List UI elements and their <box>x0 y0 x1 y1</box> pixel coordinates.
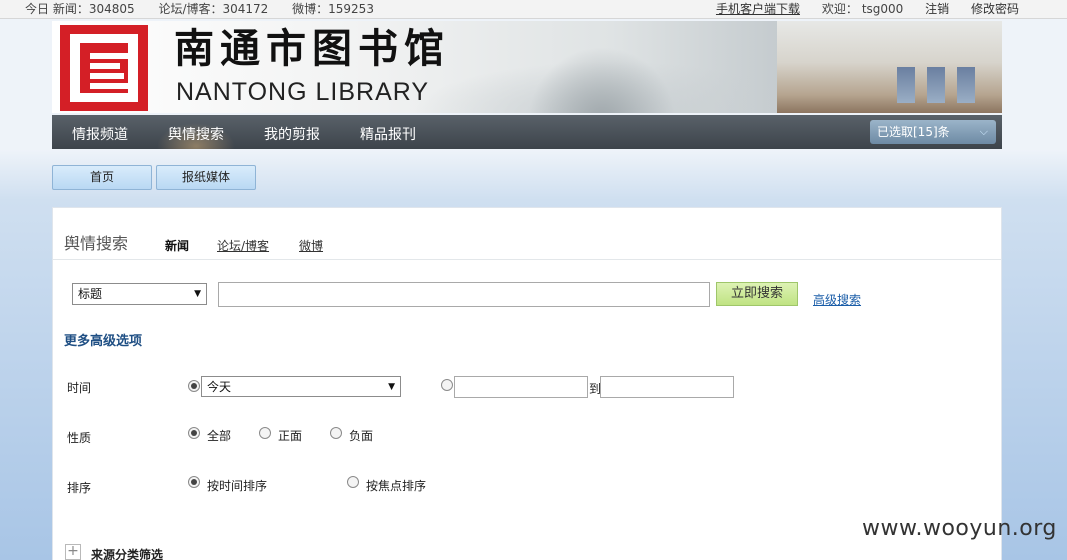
time-preset-value: 今天 <box>207 380 232 394</box>
nav-label: 精品报刊 <box>360 127 416 143</box>
header-banner: 南通市图书馆 NANTONG LIBRARY <box>52 21 1002 113</box>
home-button[interactable]: 首页 <box>52 165 152 190</box>
newspaper-media-button[interactable]: 报纸媒体 <box>156 165 256 190</box>
time-preset-select[interactable]: 今天 ▼ <box>201 376 401 397</box>
nav-item-opinion-search[interactable]: 舆情搜索 <box>154 115 238 149</box>
nature-all-radio[interactable] <box>188 427 200 439</box>
username: tsg000 <box>861 2 904 16</box>
nav-item-my-clippings[interactable]: 我的剪报 <box>264 115 320 149</box>
user-links: 手机客户端下载 欢迎： tsg000 注销 修改密码 <box>698 0 1019 18</box>
logout-link[interactable]: 注销 <box>925 2 949 16</box>
search-field-value: 标题 <box>78 287 103 301</box>
time-range-radio[interactable] <box>441 379 453 391</box>
shelf <box>957 67 975 103</box>
dropdown-arrow-icon: ▼ <box>388 382 395 392</box>
tab-weibo[interactable]: 微博 <box>299 237 323 254</box>
nature-all-label: 全部 <box>207 429 232 443</box>
watermark-text: www.wooyun.org <box>862 516 1057 541</box>
search-panel: 舆情搜索 新闻 论坛/博客 微博 标题 ▼ 立即搜索 高级搜索 更多高级选项 时… <box>52 207 1002 560</box>
nature-positive-label: 正面 <box>278 429 303 443</box>
time-preset-radio[interactable] <box>188 380 200 392</box>
weibo-count: 微博：159253 <box>292 2 374 16</box>
chevron-down-icon: ⌵ <box>979 125 988 138</box>
advanced-search-link[interactable]: 高级搜索 <box>813 291 861 308</box>
more-advanced-options[interactable]: 更多高级选项 <box>64 330 142 349</box>
top-status-bar: 今日 新闻：304805 论坛/博客：304172 微博：159253 手机客户… <box>0 0 1067 19</box>
time-label: 时间 <box>67 381 92 395</box>
expand-plus-icon[interactable]: + <box>65 544 81 560</box>
panel-title: 舆情搜索 <box>64 234 129 253</box>
nature-negative-label: 负面 <box>349 429 374 443</box>
keyword-input[interactable] <box>218 282 710 307</box>
library-interior-image <box>777 21 1002 113</box>
divider <box>53 259 1001 260</box>
nature-positive-radio[interactable] <box>259 427 271 439</box>
search-now-button[interactable]: 立即搜索 <box>716 282 798 306</box>
welcome-text: 欢迎： tsg000 <box>822 2 904 16</box>
nav-item-premium-papers[interactable]: 精品报刊 <box>360 115 416 149</box>
tab-news[interactable]: 新闻 <box>165 237 189 254</box>
sort-by-time-radio[interactable] <box>188 476 200 488</box>
sort-by-time-label: 按时间排序 <box>207 479 268 493</box>
today-news-count: 今日 新闻：304805 <box>25 2 135 16</box>
library-name-cn: 南通市图书馆 <box>174 25 450 72</box>
date-from-input[interactable] <box>454 376 588 398</box>
sort-by-focus-radio[interactable] <box>347 476 359 488</box>
forum-blog-count: 论坛/博客：304172 <box>158 2 269 16</box>
change-password-link[interactable]: 修改密码 <box>971 2 1019 16</box>
library-logo-icon <box>60 25 148 111</box>
shelf <box>927 67 945 103</box>
selected-count-label: 已选取[15]条 <box>877 125 950 139</box>
main-nav: 情报频道 舆情搜索 我的剪报 精品报刊 已选取[15]条 ⌵ <box>52 115 1002 149</box>
source-category-filter[interactable]: 来源分类筛选 <box>91 546 163 560</box>
date-to-input[interactable] <box>600 376 734 398</box>
mobile-download-link[interactable]: 手机客户端下载 <box>716 2 800 16</box>
nav-label: 我的剪报 <box>264 127 320 143</box>
nature-negative-radio[interactable] <box>330 427 342 439</box>
welcome-label: 欢迎： <box>821 2 858 16</box>
nav-item-intel-channel[interactable]: 情报频道 <box>72 115 128 149</box>
search-field-select[interactable]: 标题 ▼ <box>72 283 207 305</box>
selected-items-dropdown[interactable]: 已选取[15]条 ⌵ <box>870 120 996 144</box>
nav-label: 舆情搜索 <box>168 127 224 143</box>
banner-hill <box>522 41 682 113</box>
sort-by-focus-label: 按焦点排序 <box>366 479 427 493</box>
nav-label: 情报频道 <box>72 127 128 143</box>
library-name-en: NANTONG LIBRARY <box>176 78 430 106</box>
sort-label: 排序 <box>67 481 92 495</box>
tab-forum-blog[interactable]: 论坛/博客 <box>217 237 269 254</box>
nature-label: 性质 <box>67 431 92 445</box>
dropdown-arrow-icon: ▼ <box>194 289 201 299</box>
shelf <box>897 67 915 103</box>
stats-group: 今日 新闻：304805 论坛/博客：304172 微博：159253 <box>25 0 394 18</box>
